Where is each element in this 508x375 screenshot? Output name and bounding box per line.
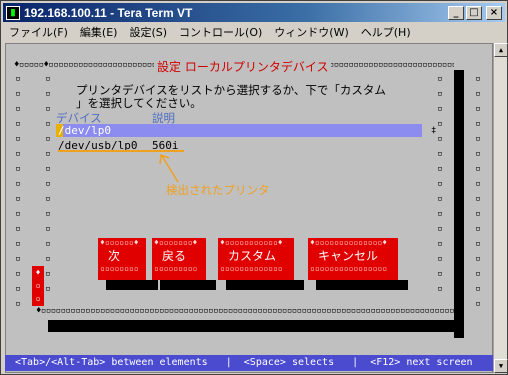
button-shadow [106, 280, 158, 290]
custom-button-label: カスタム [228, 249, 277, 263]
menu-edit[interactable]: 編集(E) [74, 24, 124, 40]
button-border: ♦▫▫▫▫▫▫▫▫▫▫▫▫▫▫♦ [310, 238, 388, 247]
device-name: /dev/lp0 [58, 124, 111, 137]
menu-help[interactable]: ヘルプ(H) [355, 24, 417, 40]
vertical-scrollbar[interactable]: ▲ ▼ [493, 43, 508, 373]
button-border: ♦▫▫▫▫▫▫▫▫▫▫▫♦ [220, 238, 283, 247]
left-inner-border: ▫ ▫ ▫ ▫ ▫ ▫ ▫ ▫ ▫ ▫ ▫ ▫ ▫ ▫ ▫ [45, 74, 51, 294]
dialog-shadow-bottom [48, 320, 464, 332]
next-button-label: 次 [108, 249, 121, 263]
left-scroll-indicator: ♦ ▫ ▫ [32, 266, 44, 306]
back-button-label: 戻る [162, 249, 187, 263]
menu-setup[interactable]: 設定(S) [123, 24, 173, 40]
description-line-2: 」を選択してください。 [76, 96, 202, 110]
dialog-title: 設定 ローカルプリンタデバイス [154, 58, 332, 75]
scroll-down-icon[interactable]: ▼ [494, 359, 508, 373]
title-bar: ▮ 192.168.100.11 - Tera Term VT _ □ × [3, 3, 505, 22]
annotation-label: 検出されたプリンタ [166, 183, 270, 197]
button-border: ♦▫▫▫▫▫▫▫♦ [154, 238, 198, 247]
terminal-status-line: <Tab>/<Alt-Tab> between elements | <Spac… [5, 355, 493, 371]
terminal-screen[interactable]: ♦▫▫▫▫▫♦▫▫▫▫▫▫▫▫▫▫▫▫▫▫▫▫▫▫▫▫▫▫▫▫▫▫▫▫▫▫▫▫▫… [5, 43, 493, 373]
menu-window[interactable]: ウィンドウ(W) [268, 24, 354, 40]
scroll-up-icon[interactable]: ▲ [494, 43, 508, 57]
dialog-border-bottom: ♦▫▫▫▫▫▫▫▫▫▫▫▫▫▫▫▫▫▫▫▫▫▫▫▫▫▫▫▫▫▫▫▫▫▫▫▫▫▫▫… [36, 306, 454, 316]
button-border: ♦▫▫▫▫▫▫♦ [100, 238, 139, 247]
menu-control[interactable]: コントロール(O) [173, 24, 268, 40]
button-border: ▫▫▫▫▫▫▫▫▫▫▫▫▫▫▫▫ [310, 264, 388, 273]
right-inner-border: ▫ ▫ ▫ ▫ ▫ ▫ ▫ ▫ ▫ ▫ ▫ ▫ ▫ ▫ ▫ [437, 74, 443, 294]
button-shadow [316, 280, 408, 290]
button-shadow [226, 280, 304, 290]
menu-file[interactable]: ファイル(F) [3, 24, 74, 40]
button-shadow [160, 280, 216, 290]
button-border: ▫▫▫▫▫▫▫▫▫ [154, 264, 198, 273]
dialog-shadow-right [454, 70, 464, 338]
button-border: ▫▫▫▫▫▫▫▫ [100, 264, 139, 273]
button-border: ▫▫▫▫▫▫▫▫▫▫▫▫▫ [220, 264, 283, 273]
cancel-button[interactable]: ♦▫▫▫▫▫▫▫▫▫▫▫▫▫▫♦ キャンセル ▫▫▫▫▫▫▫▫▫▫▫▫▫▫▫▫ [308, 238, 398, 280]
minimize-button[interactable]: _ [448, 5, 464, 20]
back-button[interactable]: ♦▫▫▫▫▫▫▫♦ 戻る ▫▫▫▫▫▫▫▫▫ [152, 238, 206, 280]
right-outer-border: ▫ ▫ ▫ ▫ ▫ ▫ ▫ ▫ ▫ ▫ ▫ ▫ ▫ ▫ ▫ ▫ [475, 74, 481, 309]
left-outer-border: ▫ ▫ ▫ ▫ ▫ ▫ ▫ ▫ ▫ ▫ ▫ ▫ ▫ ▫ ▫ ▫ [15, 74, 21, 309]
list-scroll-marker: ‡ [431, 126, 437, 136]
dialog-description: プリンタデバイスをリストから選択するか、下で「カスタム 」を選択してください。 [76, 84, 416, 110]
custom-button[interactable]: ♦▫▫▫▫▫▫▫▫▫▫▫♦ カスタム ▫▫▫▫▫▫▫▫▫▫▫▫▫ [218, 238, 294, 280]
close-button[interactable]: × [486, 5, 502, 20]
menu-bar: ファイル(F) 編集(E) 設定(S) コントロール(O) ウィンドウ(W) ヘ… [3, 23, 505, 41]
terminal-window: ▮ 192.168.100.11 - Tera Term VT _ □ × ファ… [0, 0, 508, 375]
window-title: 192.168.100.11 - Tera Term VT [24, 5, 193, 20]
next-button[interactable]: ♦▫▫▫▫▫▫♦ 次 ▫▫▫▫▫▫▫▫ [98, 238, 146, 280]
teraterm-app-icon: ▮ [6, 5, 20, 20]
maximize-button[interactable]: □ [466, 5, 482, 20]
cancel-button-label: キャンセル [318, 249, 379, 263]
